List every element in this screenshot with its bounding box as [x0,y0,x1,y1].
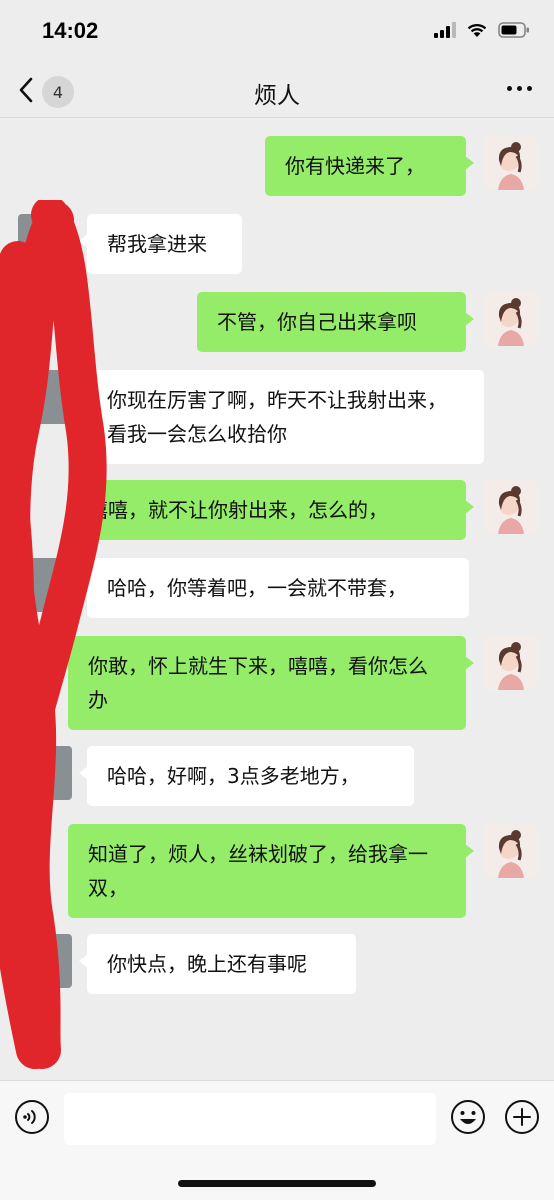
status-bar: 14:02 [0,0,554,66]
message-bubble-sent[interactable]: 知道了，烦人，丝袜划破了，给我拿一双， [68,824,474,918]
my-avatar[interactable] [484,136,538,190]
cellular-signal-icon [434,22,456,38]
more-options-button[interactable] [507,82,532,95]
contact-avatar[interactable] [18,558,72,612]
girl-avatar-icon [484,636,538,690]
emoji-button[interactable] [450,1099,486,1139]
voice-input-button[interactable] [14,1099,50,1139]
message-bubble-received[interactable]: 哈哈，你等着吧，一会就不带套， [79,558,469,618]
status-icons [434,22,530,38]
my-avatar[interactable] [484,480,538,534]
girl-avatar-icon [484,824,538,878]
girl-avatar-icon [484,292,538,346]
message-bubble-received[interactable]: 哈哈，好啊，3点多老地方， [79,746,414,806]
message-bubble-received[interactable]: 帮我拿进来 [79,214,242,274]
emoji-icon [451,1100,485,1134]
message-bubble-sent[interactable]: 你有快递来了， [265,136,474,196]
girl-avatar-icon [484,480,538,534]
chat-header: 4 烦人 [0,66,554,118]
message-input[interactable] [64,1093,436,1145]
status-time: 14:02 [42,18,99,43]
wifi-icon [466,22,488,38]
contact-avatar[interactable] [18,214,72,268]
chat-title: 烦人 [254,83,300,109]
more-dots-icon [507,86,512,91]
my-avatar[interactable] [484,636,538,690]
message-list[interactable]: 你有快递来了， 帮我拿进来 不管，你自己出来拿呗 你现在厉害了啊，昨天不让我射出… [0,118,554,1080]
my-avatar[interactable] [484,292,538,346]
home-indicator[interactable] [178,1180,376,1187]
message-bubble-sent[interactable]: 不管，你自己出来拿呗 [197,292,474,352]
my-avatar[interactable] [484,824,538,878]
voice-icon [15,1100,49,1134]
message-bubble-received[interactable]: 你快点，晚上还有事呢 [79,934,356,994]
contact-avatar[interactable] [18,370,72,424]
plus-icon [505,1100,539,1134]
battery-icon [498,22,530,38]
girl-avatar-icon [484,136,538,190]
contact-avatar[interactable] [18,746,72,800]
message-bubble-received[interactable]: 你现在厉害了啊，昨天不让我射出来，看我一会怎么收拾你 [79,370,484,464]
more-actions-button[interactable] [504,1099,540,1139]
message-bubble-sent[interactable]: 你敢，怀上就生下来，嘻嘻，看你怎么办 [68,636,474,730]
contact-avatar[interactable] [18,934,72,988]
message-bubble-sent[interactable]: 嘻嘻，就不让你射出来，怎么的， [68,480,474,540]
